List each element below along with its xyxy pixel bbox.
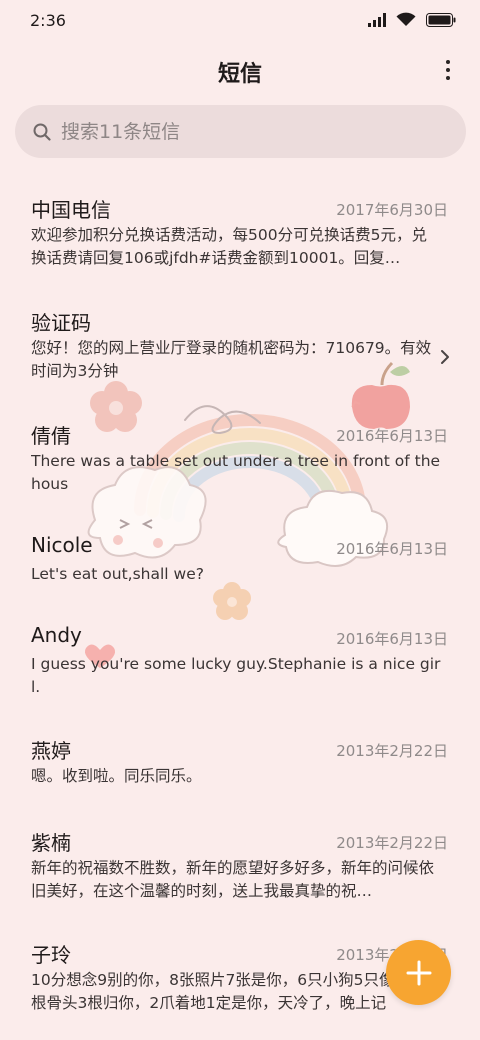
more-dot: [446, 68, 450, 72]
more-vertical-icon: [446, 60, 450, 64]
app-header: 短信: [0, 46, 480, 94]
sender-name: 子玲: [31, 943, 71, 967]
list-item[interactable]: Andy 2016年6月13日 I guess you're some luck…: [0, 611, 480, 723]
chevron-right-icon: [441, 350, 449, 364]
status-bar: 2:36: [0, 0, 480, 40]
wifi-icon: [396, 12, 416, 26]
message-preview: There was a table set out under a tree i…: [31, 452, 441, 493]
message-preview: 嗯。收到啦。同乐同乐。: [31, 767, 202, 785]
list-item[interactable]: 验证码 您好！您的网上营业厅登录的随机密码为：710679。有效时间为3分钟: [0, 295, 480, 407]
message-preview: I guess you're some lucky guy.Stephanie …: [31, 655, 441, 696]
list-item[interactable]: Nicole 2016年6月13日 Let's eat out,shall we…: [0, 521, 480, 611]
message-preview: Let's eat out,shall we?: [31, 565, 204, 583]
battery-icon: [426, 12, 456, 27]
status-icons: [368, 12, 456, 27]
list-item[interactable]: 紫楠 2013年2月22日 新年的祝福数不胜数，新年的愿望好多好多，新年的问候依…: [0, 815, 480, 927]
search-bar[interactable]: [15, 105, 466, 158]
status-time: 2:36: [30, 11, 66, 30]
sender-name: 中国电信: [31, 198, 111, 222]
plus-icon: [406, 960, 431, 985]
sender-name: Andy: [31, 623, 82, 647]
search-input[interactable]: [61, 120, 431, 143]
message-preview: 欢迎参加积分兑换话费活动，每500分可兑换话费5元，兑换话费请回复106或jfd…: [31, 226, 427, 267]
list-item[interactable]: 中国电信 2017年6月30日 欢迎参加积分兑换话费活动，每500分可兑换话费5…: [0, 182, 480, 294]
message-date: 2016年6月13日: [336, 540, 448, 558]
more-dot: [446, 76, 450, 80]
message-preview: 新年的祝福数不胜数，新年的愿望好多好多，新年的问候依旧美好，在这个温馨的时刻，送…: [31, 859, 435, 900]
sender-name: 燕婷: [31, 739, 71, 763]
message-date: 2016年6月13日: [336, 427, 448, 445]
sender-name: Nicole: [31, 533, 93, 557]
message-date: 2016年6月13日: [336, 630, 448, 648]
page-title: 短信: [217, 62, 262, 87]
list-item[interactable]: 倩倩 2016年6月13日 There was a table set out …: [0, 408, 480, 520]
sender-name: 验证码: [31, 311, 91, 335]
message-date: 2013年2月22日: [336, 834, 448, 852]
list-item[interactable]: 燕婷 2013年2月22日 嗯。收到啦。同乐同乐。: [0, 723, 480, 813]
sender-name: 紫楠: [31, 831, 71, 855]
messages-screen: 2:36 短信 搜索11条短信 中国电信 2017年6月30日 欢迎参加积分兑换…: [0, 0, 480, 1040]
sender-name: 倩倩: [31, 424, 71, 448]
message-preview: 您好！您的网上营业厅登录的随机密码为：710679。有效时间为3分钟: [31, 339, 432, 380]
message-preview: 10分想念9别的你，8张照片7张是你，6只小狗5只像你，4根骨头3根归你，2爪着…: [31, 971, 436, 1012]
search-icon: [33, 123, 51, 141]
message-date: 2017年6月30日: [336, 201, 448, 219]
message-date: 2013年2月22日: [336, 742, 448, 760]
new-message-button[interactable]: [386, 940, 451, 1005]
more-options-button[interactable]: [440, 56, 456, 84]
signal-icon: [368, 12, 386, 27]
